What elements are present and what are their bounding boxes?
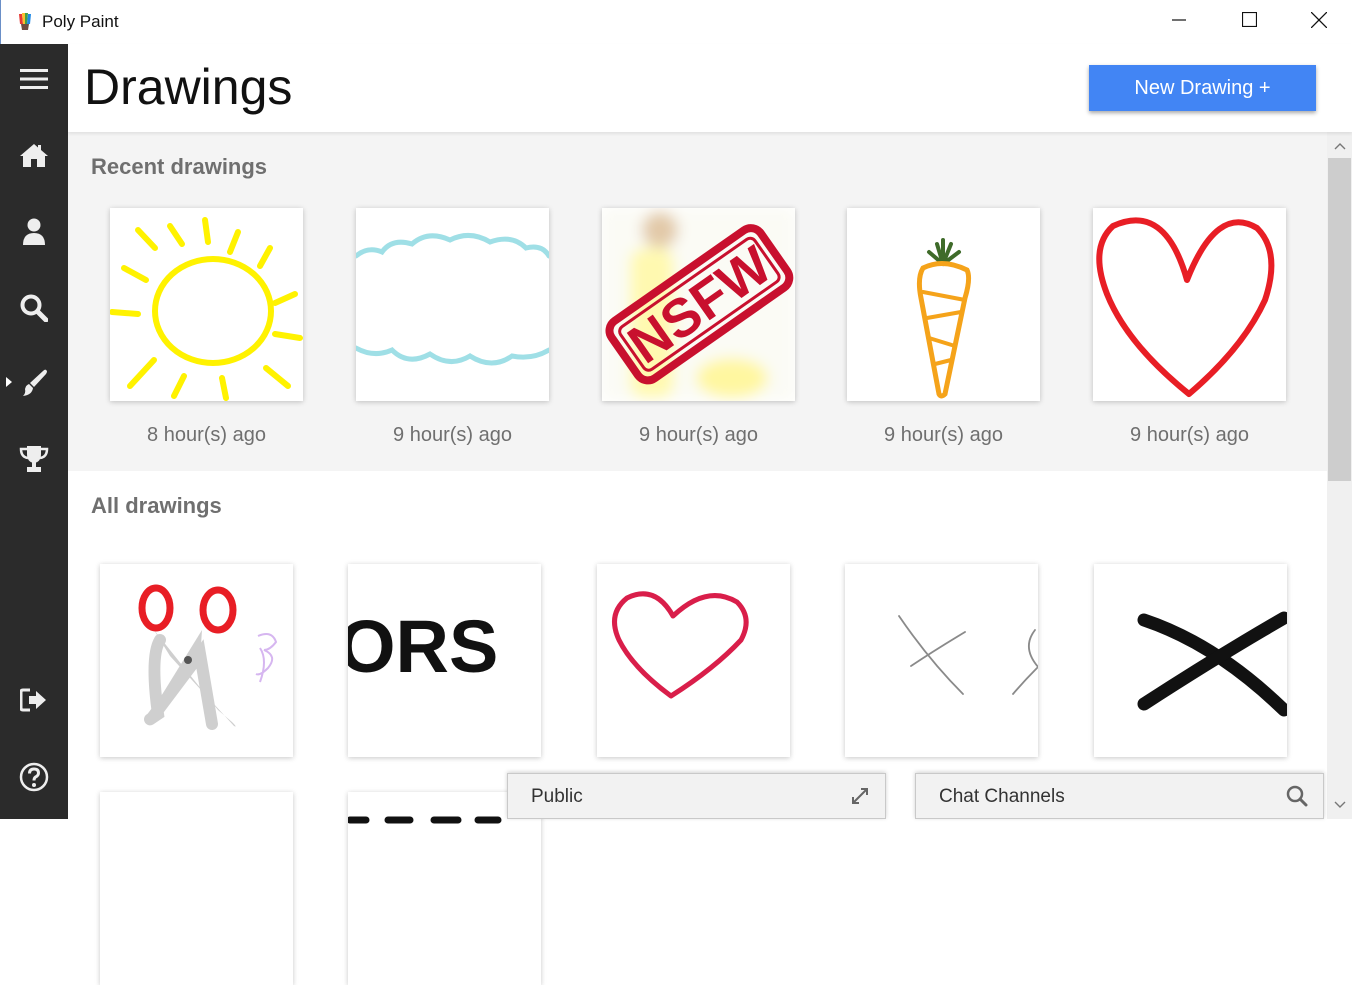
scroll-down-button[interactable] [1327,795,1352,815]
sidebar-item-search[interactable] [14,290,54,330]
recent-drawings-section: Recent drawings 8 hour(s) ago 9 hour(s) … [68,132,1327,471]
drawing-thumbnail-sun[interactable] [110,208,303,401]
public-chat-panel[interactable]: Public [507,773,886,819]
title-bar: Poly Paint [0,0,1352,44]
public-chat-label: Public [531,786,583,807]
drawing-thumbnail-scissors[interactable] [100,564,293,757]
nsfw-blurred-drawing: NSFW [602,208,795,401]
menu-icon [20,67,48,96]
drawing-thumbnail[interactable] [100,792,293,985]
drawing-thumbnail-heart[interactable] [1093,208,1286,401]
sidebar-item-profile[interactable] [14,214,54,254]
sidebar-item-leaderboard[interactable] [14,441,54,481]
logout-icon [19,688,48,717]
window-title: Poly Paint [42,12,119,31]
scroll-up-button[interactable] [1327,136,1352,156]
sidebar-item-draw[interactable] [14,365,54,405]
sidebar-item-home[interactable] [14,137,54,177]
drawing-time-label: 9 hour(s) ago [393,424,512,446]
handwriting-drawing [348,816,502,824]
heart-drawing [1096,217,1275,397]
drawing-thumbnail[interactable] [348,792,541,985]
user-icon [22,218,46,251]
new-drawing-button[interactable]: New Drawing + [1089,65,1316,111]
sidebar-item-logout[interactable] [14,682,54,722]
search-icon[interactable] [1285,784,1309,808]
page-title: Drawings [84,59,293,115]
drawing-thumbnail-pencil-marks[interactable] [845,564,1038,757]
all-drawings-section: All drawings ORS [68,471,1327,985]
handwriting-drawing: ORS [348,605,498,688]
maximize-icon [1241,11,1257,32]
expand-icon[interactable] [848,784,872,808]
drawing-time-label: 9 hour(s) ago [884,424,1003,446]
all-drawings-title: All drawings [91,493,222,518]
home-icon [19,142,49,173]
black-x-drawing [1137,611,1287,717]
chevron-down-icon [1334,796,1346,814]
search-icon [20,294,49,327]
trophy-icon [19,445,49,478]
help-icon [19,762,49,797]
pencil-marks-drawing [898,615,1038,695]
svg-text:ORS: ORS [348,605,498,688]
drawing-thumbnail-carrot[interactable] [847,208,1040,401]
drawing-time-label: 9 hour(s) ago [639,424,758,446]
drawing-thumbnail-nsfw[interactable]: NSFW [602,208,795,401]
minimize-button[interactable] [1144,0,1214,44]
carrot-drawing [916,238,972,399]
chat-channels-panel[interactable]: Chat Channels [915,773,1324,819]
minimize-icon [1172,13,1186,32]
chat-channels-label: Chat Channels [939,786,1065,807]
heart-drawing [612,591,749,699]
recent-drawings-title: Recent drawings [91,154,268,179]
drawing-thumbnail-handwriting[interactable]: ORS [348,564,541,757]
drawing-thumbnail-cloud[interactable] [356,208,549,401]
drawing-thumbnail-black-x[interactable] [1094,564,1287,757]
sun-drawing [110,217,303,401]
sidebar-item-help[interactable] [14,759,54,799]
cloud-drawing [356,233,549,366]
chevron-up-icon [1334,137,1346,155]
sidebar-item-menu[interactable] [14,61,54,101]
sidebar [0,44,68,819]
drawing-time-label: 9 hour(s) ago [1130,424,1249,446]
drawing-thumbnail-heart-small[interactable] [597,564,790,757]
active-indicator [6,377,12,387]
vertical-scrollbar[interactable] [1327,132,1352,819]
scissors-drawing [138,584,278,730]
page-header: Drawings New Drawing + [68,44,1352,132]
scrollbar-thumb[interactable] [1328,158,1351,481]
brush-icon [19,368,49,403]
app-logo-icon [17,12,33,32]
close-icon [1310,11,1328,33]
maximize-button[interactable] [1214,0,1284,44]
drawing-time-label: 8 hour(s) ago [147,424,266,446]
close-button[interactable] [1284,0,1352,44]
